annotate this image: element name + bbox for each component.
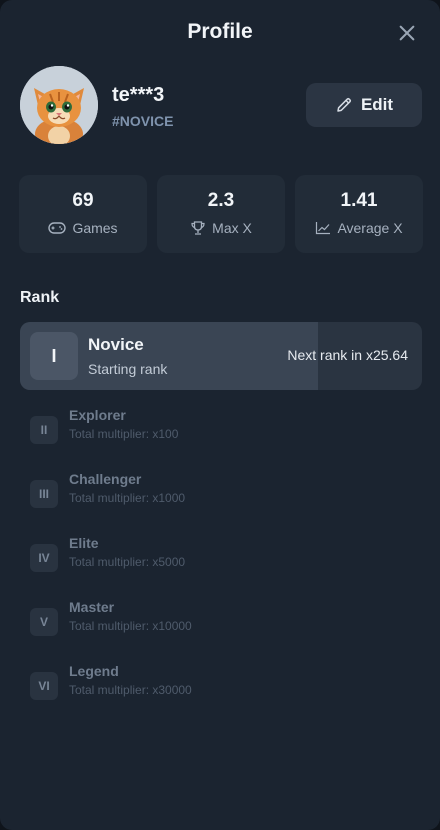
stats-row: 69 Games 2.3 Max X 1.41 Average X — [19, 175, 423, 253]
stat-label: Games — [72, 220, 118, 236]
profile-panel: Profile te***3 #NOVICE Edit 69 Games 2.3… — [0, 0, 440, 830]
stat-label-row: Average X — [295, 220, 423, 236]
rank-name: Novice — [88, 335, 144, 354]
rank-level-name: Elite — [69, 535, 99, 551]
rank-level-multiplier: Total multiplier: x5000 — [69, 555, 186, 569]
rank-level-item: IV Elite Total multiplier: x5000 — [30, 534, 410, 578]
rank-level-multiplier: Total multiplier: x10000 — [69, 619, 192, 633]
cat-avatar-icon — [20, 66, 98, 144]
rank-level-multiplier: Total multiplier: x100 — [69, 427, 179, 441]
username: te***3 — [112, 84, 165, 106]
rank-subtitle: Starting rank — [88, 361, 168, 377]
stat-label: Average X — [337, 220, 403, 236]
edit-button-label: Edit — [360, 95, 394, 114]
stat-value: 1.41 — [340, 190, 378, 211]
gamepad-icon — [48, 222, 67, 234]
rank-badge: I — [30, 332, 78, 380]
stat-label-row: Max X — [157, 220, 285, 236]
user-section: te***3 #NOVICE Edit — [20, 66, 422, 146]
trophy-icon — [191, 221, 205, 235]
rank-level-item: II Explorer Total multiplier: x100 — [30, 406, 410, 450]
rank-level-badge: VI — [30, 672, 58, 700]
rank-level-multiplier: Total multiplier: x30000 — [69, 683, 192, 697]
stat-label-row: Games — [19, 220, 147, 236]
rank-level-badge: III — [30, 480, 58, 508]
stat-label: Max X — [212, 220, 252, 236]
avatar — [20, 66, 98, 144]
rank-level-name: Master — [69, 599, 115, 615]
stat-max-x: 2.3 Max X — [157, 175, 285, 253]
next-rank-text: Next rank in x25.64 — [287, 347, 408, 363]
rank-level-badge: II — [30, 416, 58, 444]
rank-level-item: VI Legend Total multiplier: x30000 — [30, 662, 410, 706]
pencil-icon — [337, 97, 351, 112]
stat-value: 2.3 — [207, 190, 235, 211]
close-icon[interactable] — [396, 22, 418, 44]
page-title: Profile — [187, 20, 253, 43]
rank-level-name: Explorer — [69, 407, 126, 423]
edit-button[interactable]: Edit — [306, 83, 422, 127]
stat-average-x: 1.41 Average X — [295, 175, 423, 253]
rank-level-item: V Master Total multiplier: x10000 — [30, 598, 410, 642]
rank-level-item: III Challenger Total multiplier: x1000 — [30, 470, 410, 514]
rank-level-name: Legend — [69, 663, 119, 679]
rank-heading: Rank — [20, 289, 60, 306]
chart-line-icon — [316, 222, 331, 235]
stat-value: 69 — [72, 190, 94, 211]
header: Profile — [0, 18, 440, 52]
user-rank-tag: #NOVICE — [112, 113, 174, 129]
rank-level-multiplier: Total multiplier: x1000 — [69, 491, 186, 505]
rank-level-badge: IV — [30, 544, 58, 572]
stat-games: 69 Games — [19, 175, 147, 253]
rank-level-badge: V — [30, 608, 58, 636]
current-rank-card: I Novice Starting rank Next rank in x25.… — [20, 322, 422, 390]
rank-level-name: Challenger — [69, 471, 142, 487]
